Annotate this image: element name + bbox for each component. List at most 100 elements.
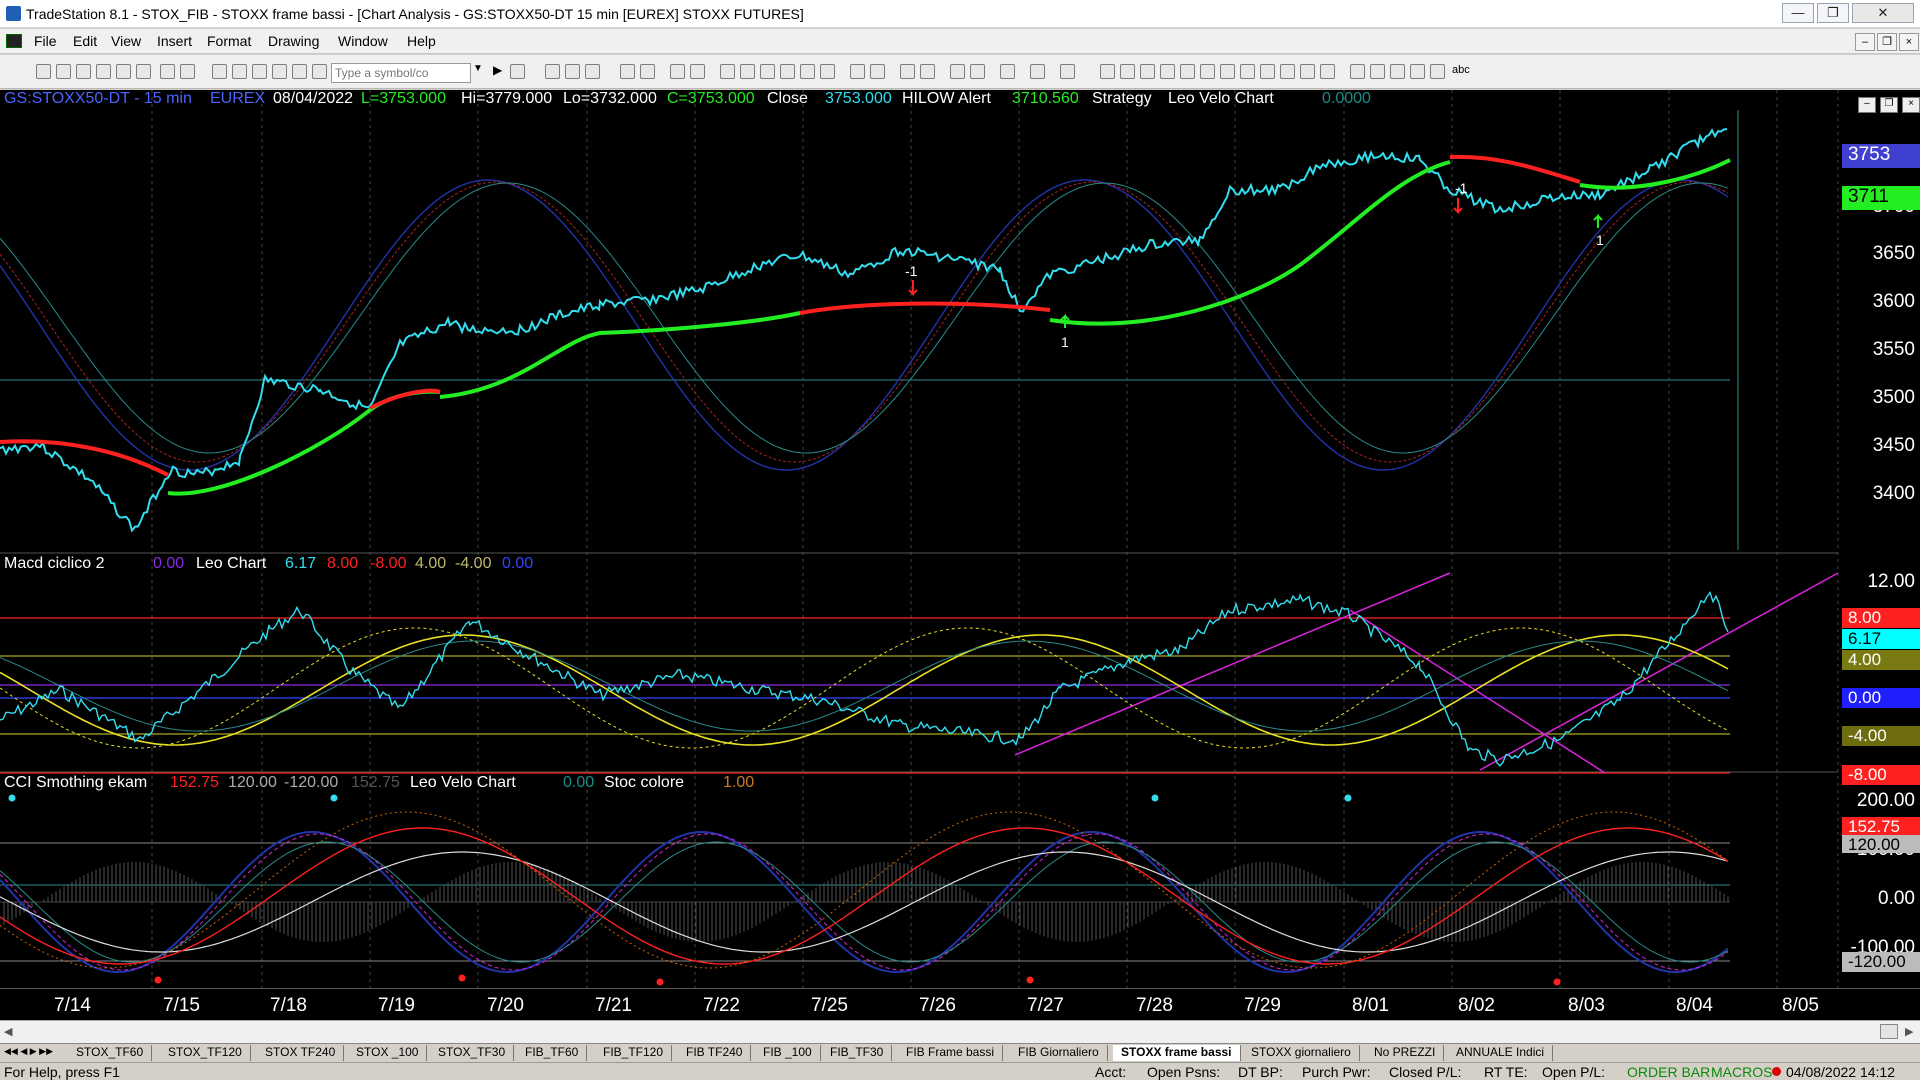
cut-icon[interactable] bbox=[212, 64, 227, 79]
tools-icon[interactable] bbox=[1000, 64, 1015, 79]
mdi-minimize-button[interactable]: – bbox=[1855, 33, 1875, 51]
tab-annuale-indici[interactable]: ANNUALE Indici bbox=[1448, 1045, 1554, 1061]
chart-restore-button[interactable]: ❐ bbox=[1880, 97, 1898, 113]
bars-icon[interactable] bbox=[800, 64, 815, 79]
symbol-input[interactable]: Type a symbol/co bbox=[331, 63, 471, 83]
minimize-button[interactable]: — bbox=[1782, 3, 1814, 23]
open-workspace-icon[interactable] bbox=[116, 64, 131, 79]
arrow-line-icon[interactable] bbox=[1220, 64, 1235, 79]
tab-fib-frame-bassi[interactable]: FIB Frame bassi bbox=[898, 1045, 1004, 1061]
copy-icon[interactable] bbox=[232, 64, 247, 79]
tab-stox-tf30[interactable]: STOX_TF30 bbox=[430, 1045, 515, 1061]
new-workspace-icon[interactable] bbox=[96, 64, 111, 79]
tab-fib-tf60[interactable]: FIB_TF60 bbox=[517, 1045, 588, 1061]
save-icon[interactable] bbox=[76, 64, 91, 79]
tab-stox-tf120[interactable]: STOX_TF120 bbox=[160, 1045, 251, 1061]
horizontal-line-icon[interactable] bbox=[1160, 64, 1175, 79]
data-window-icon[interactable] bbox=[970, 64, 985, 79]
menu-view[interactable]: View bbox=[111, 33, 141, 49]
matrix-icon[interactable] bbox=[585, 64, 600, 79]
pointer-icon[interactable] bbox=[950, 64, 965, 79]
mdi-close-button[interactable]: × bbox=[1899, 33, 1919, 51]
globe-icon[interactable] bbox=[312, 64, 327, 79]
chart-analysis-icon[interactable] bbox=[545, 64, 560, 79]
menu-file[interactable]: File bbox=[34, 33, 57, 49]
format-window-icon[interactable] bbox=[1060, 64, 1075, 79]
open-icon[interactable] bbox=[56, 64, 71, 79]
data-icon[interactable] bbox=[760, 64, 775, 79]
speed-line-icon[interactable] bbox=[1240, 64, 1255, 79]
tab-stox-tf60[interactable]: STOX_TF60 bbox=[68, 1045, 153, 1061]
tab-stox-tf240[interactable]: STOX TF240 bbox=[257, 1045, 345, 1061]
pencil-icon[interactable] bbox=[1320, 64, 1335, 79]
expand-icon[interactable] bbox=[850, 64, 865, 79]
maximize-button[interactable]: ❐ bbox=[1817, 3, 1849, 23]
tab-no-prezzi[interactable]: No PREZZI bbox=[1366, 1045, 1445, 1061]
new-icon[interactable] bbox=[36, 64, 51, 79]
indicator-icon[interactable] bbox=[720, 64, 735, 79]
status-order-bar[interactable]: ORDER BAR bbox=[1627, 1064, 1710, 1080]
lookup-icon[interactable] bbox=[510, 64, 525, 79]
status-macros[interactable]: MACROS bbox=[1711, 1064, 1772, 1080]
go-arrow-icon[interactable]: ▶ bbox=[493, 63, 502, 77]
ellipse-icon[interactable] bbox=[1410, 64, 1425, 79]
menu-edit[interactable]: Edit bbox=[73, 33, 97, 49]
bar-chart-icon[interactable] bbox=[670, 64, 685, 79]
strategy-icon[interactable] bbox=[740, 64, 755, 79]
channel-icon[interactable] bbox=[1140, 64, 1155, 79]
rectangle-icon[interactable] bbox=[1430, 64, 1445, 79]
zoom-in-icon[interactable] bbox=[900, 64, 915, 79]
menu-window[interactable]: Window bbox=[338, 33, 388, 49]
symbol-dropdown-icon[interactable]: ▼ bbox=[473, 63, 483, 74]
tab-fib-100[interactable]: FIB _100 bbox=[755, 1045, 821, 1061]
scroll-right-icon[interactable]: ▶ bbox=[1905, 1025, 1913, 1038]
andrews-icon[interactable] bbox=[1260, 64, 1275, 79]
blue-arrow-icon[interactable] bbox=[1390, 64, 1405, 79]
candles-icon[interactable] bbox=[820, 64, 835, 79]
options-icon[interactable] bbox=[1030, 64, 1045, 79]
radar-icon[interactable] bbox=[565, 64, 580, 79]
tab-stoxx-giornaliero[interactable]: STOXX giornaliero bbox=[1243, 1045, 1360, 1061]
chart-minimize-button[interactable]: – bbox=[1858, 97, 1876, 113]
tab-fib-tf240[interactable]: FIB TF240 bbox=[678, 1045, 752, 1061]
menu-insert[interactable]: Insert bbox=[157, 33, 192, 49]
print-icon[interactable] bbox=[160, 64, 175, 79]
print-preview-icon[interactable] bbox=[180, 64, 195, 79]
compress-icon[interactable] bbox=[870, 64, 885, 79]
buy-arrow-icon bbox=[1593, 213, 1603, 228]
text-tool-icon[interactable]: abc bbox=[1452, 64, 1470, 76]
window-tile-icon[interactable] bbox=[690, 64, 705, 79]
tab-stox-100[interactable]: STOX _100 bbox=[348, 1045, 428, 1061]
trendline-icon[interactable] bbox=[1100, 64, 1115, 79]
menu-drawing[interactable]: Drawing bbox=[268, 33, 319, 49]
scrollbar-handle[interactable] bbox=[1880, 1024, 1898, 1039]
menu-format[interactable]: Format bbox=[207, 33, 251, 49]
regression-icon[interactable] bbox=[1200, 64, 1215, 79]
tab-fib-giornaliero[interactable]: FIB Giornaliero bbox=[1010, 1045, 1108, 1061]
format-icon[interactable] bbox=[292, 64, 307, 79]
symbol-link-icon[interactable] bbox=[780, 64, 795, 79]
menu-help[interactable]: Help bbox=[407, 33, 436, 49]
fib-icon[interactable] bbox=[1120, 64, 1135, 79]
zoom-out-icon[interactable] bbox=[920, 64, 935, 79]
arrow-down-icon[interactable] bbox=[1370, 64, 1385, 79]
tab-fib-tf30[interactable]: FIB_TF30 bbox=[822, 1045, 893, 1061]
mdi-restore-button[interactable]: ❐ bbox=[1877, 33, 1897, 51]
tab-scroll-icon[interactable]: ◀◀ ◀ ▶ ▶▶ bbox=[4, 1046, 53, 1057]
tab-fib-tf120[interactable]: FIB_TF120 bbox=[595, 1045, 673, 1061]
chart-close-button[interactable]: × bbox=[1902, 97, 1920, 113]
lock-icon[interactable] bbox=[252, 64, 267, 79]
horizontal-scrollbar[interactable]: ◀ ▶ bbox=[0, 1020, 1920, 1043]
tab-stoxx-frame-bassi[interactable]: STOXX frame bassi bbox=[1113, 1045, 1241, 1061]
gann-icon[interactable] bbox=[1280, 64, 1295, 79]
workspace-icon[interactable] bbox=[640, 64, 655, 79]
arrow-up-icon[interactable] bbox=[1350, 64, 1365, 79]
scroll-left-icon[interactable]: ◀ bbox=[4, 1025, 12, 1038]
save-workspace-icon[interactable] bbox=[136, 64, 151, 79]
paste-icon[interactable] bbox=[272, 64, 287, 79]
arc-icon[interactable] bbox=[1300, 64, 1315, 79]
close-button[interactable]: ✕ bbox=[1852, 3, 1914, 23]
scanner-icon[interactable] bbox=[620, 64, 635, 79]
vertical-line-icon[interactable] bbox=[1180, 64, 1195, 79]
macd-badge-minus8: -8.00 bbox=[1842, 765, 1920, 785]
